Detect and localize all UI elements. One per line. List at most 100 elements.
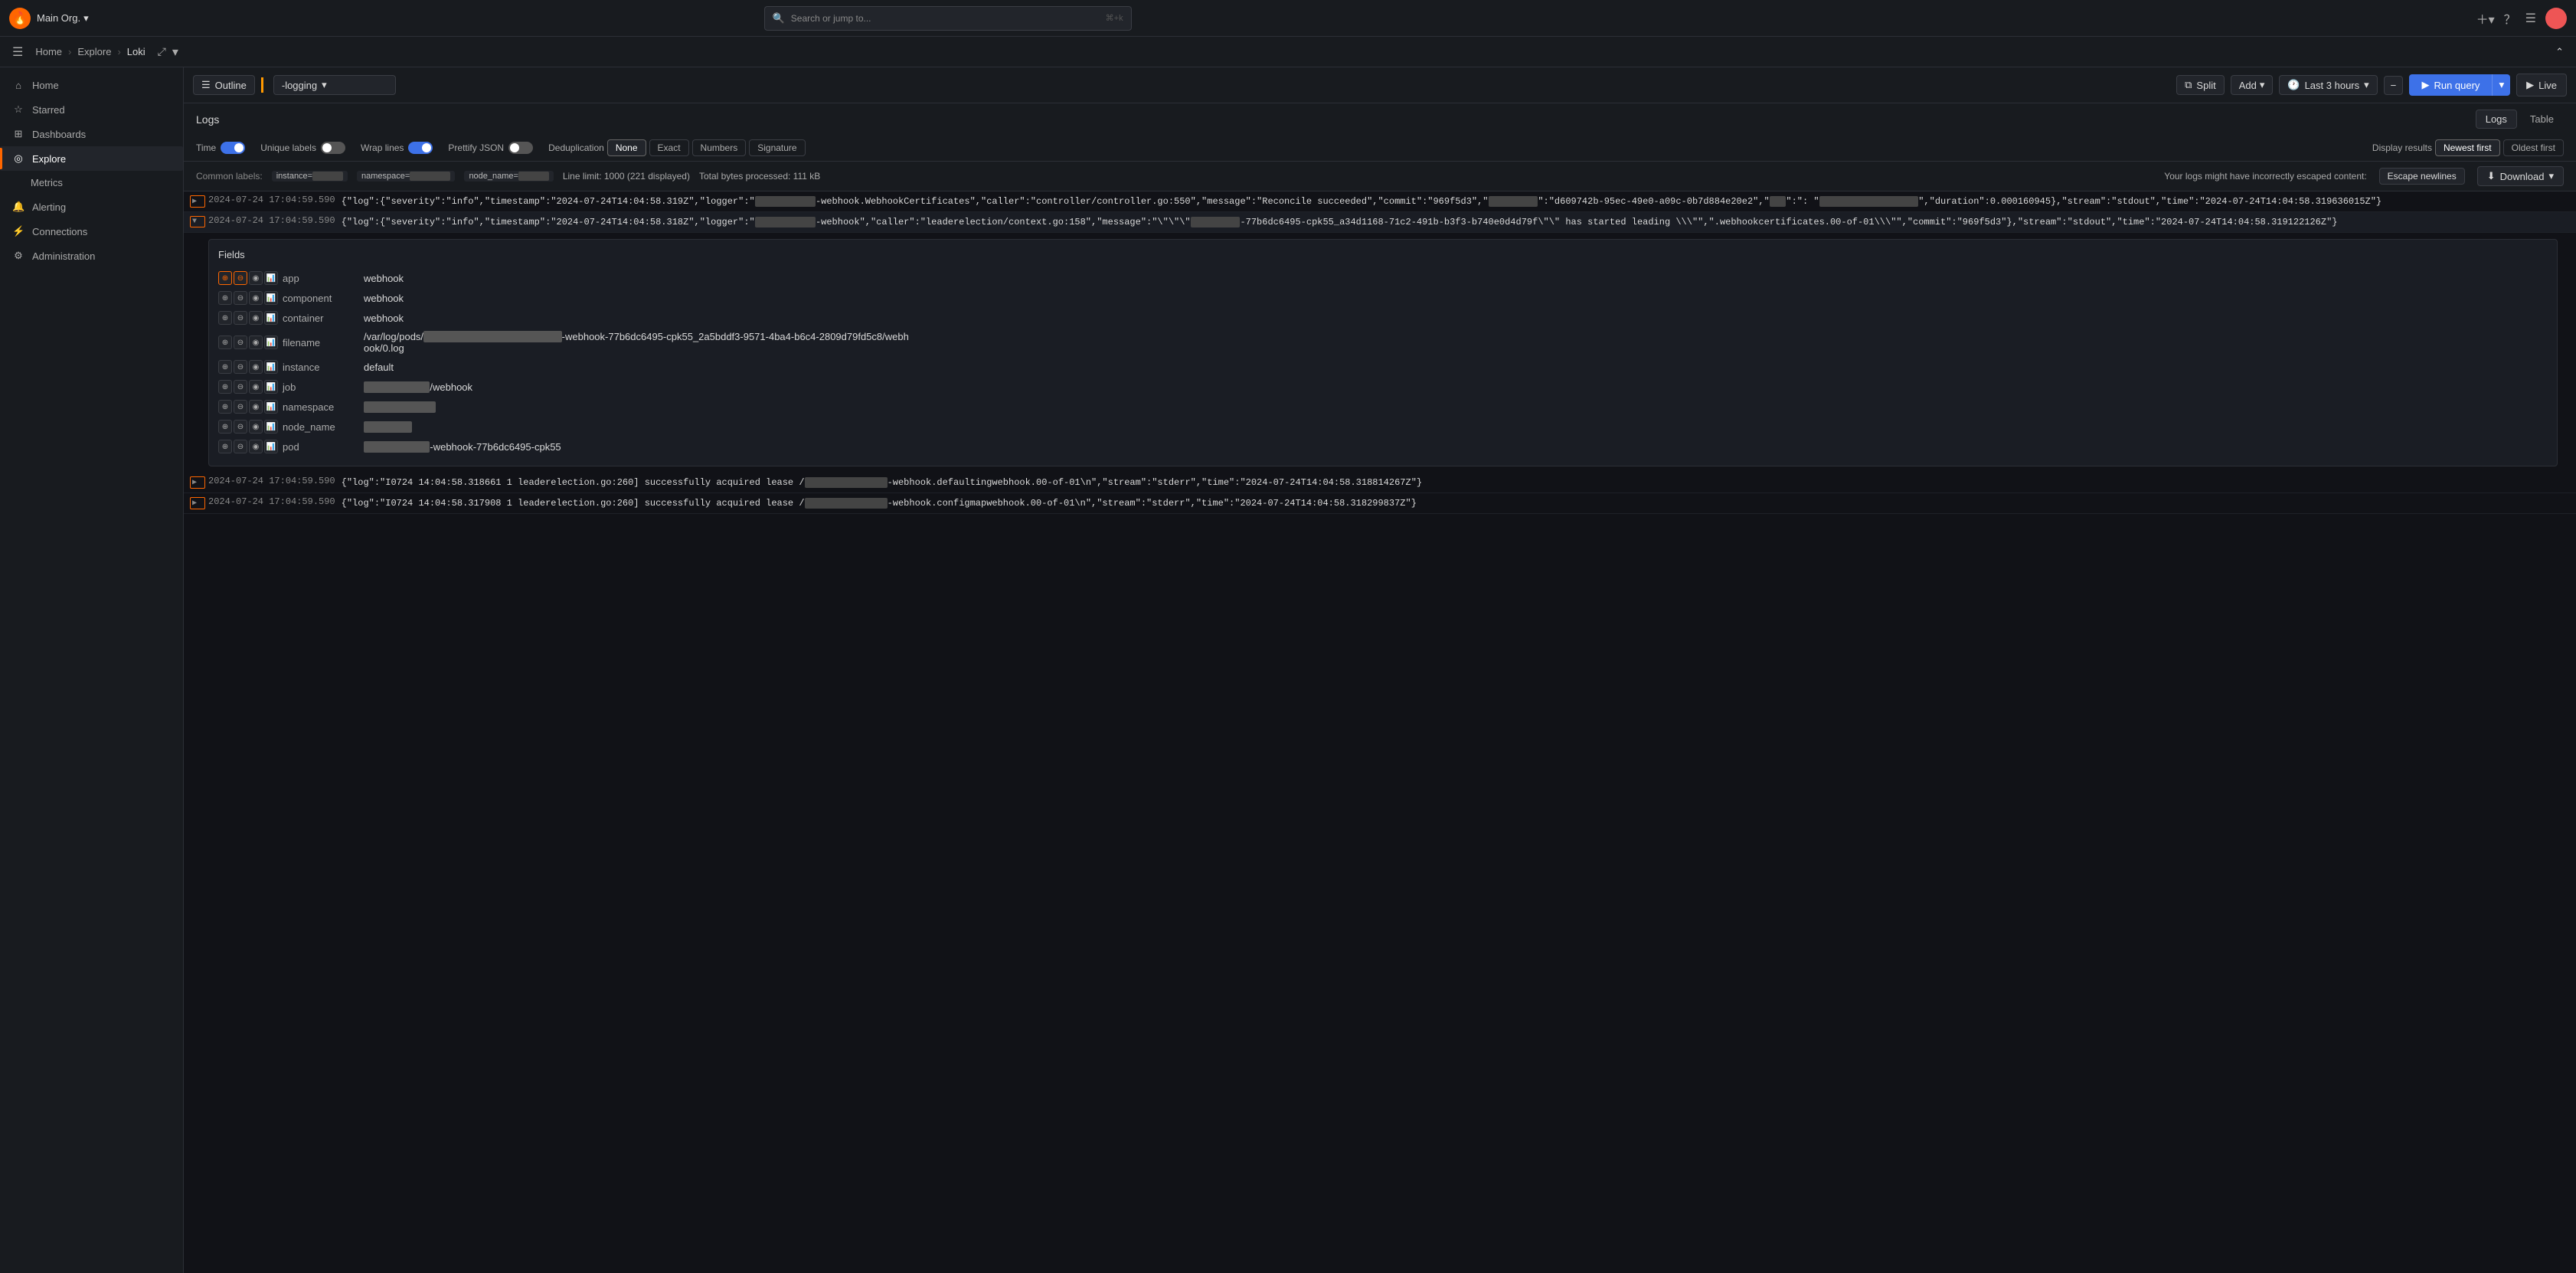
field-zoom-out-filename[interactable]: ⊖ [234, 335, 247, 349]
field-zoom-in-instance[interactable]: ⊕ [218, 360, 232, 374]
share-icon[interactable]: ⤢ [158, 45, 166, 58]
search-bar[interactable]: 🔍 Search or jump to... ⌘+k [764, 6, 1132, 31]
log-row[interactable]: ▶ 2024-07-24 17:04:59.590 {"log":{"sever… [184, 191, 2576, 212]
field-eye-node-name[interactable]: ◉ [249, 420, 263, 434]
breadcrumb-chevron[interactable]: ▾ [172, 44, 178, 60]
field-eye-component[interactable]: ◉ [249, 291, 263, 305]
run-query-button[interactable]: ▶ Run query [2409, 74, 2493, 96]
field-zoom-out-container[interactable]: ⊖ [234, 311, 247, 325]
field-zoom-out-component[interactable]: ⊖ [234, 291, 247, 305]
field-zoom-out-instance[interactable]: ⊖ [234, 360, 247, 374]
log-container[interactable]: ▶ 2024-07-24 17:04:59.590 {"log":{"sever… [184, 191, 2576, 1273]
split-icon: ⧉ [2185, 79, 2192, 91]
breadcrumb-home[interactable]: Home [35, 46, 62, 57]
field-chart-app[interactable]: 📊 [264, 271, 278, 285]
dedup-numbers[interactable]: Numbers [692, 139, 747, 156]
field-chart-job[interactable]: 📊 [264, 380, 278, 394]
tab-logs[interactable]: Logs [2476, 110, 2517, 129]
field-zoom-in-node-name[interactable]: ⊕ [218, 420, 232, 434]
split-button[interactable]: ⧉ Split [2176, 75, 2225, 95]
split-label: Split [2196, 80, 2215, 91]
datasource-selector[interactable]: -logging ▾ [273, 75, 396, 95]
log-row-expanded[interactable]: ▼ 2024-07-24 17:04:59.590 {"log":{"sever… [184, 212, 2576, 233]
log-expander-2[interactable]: ▼ [190, 216, 205, 227]
field-zoom-in-filename[interactable]: ⊕ [218, 335, 232, 349]
namespace-tag: namespace=■■■■■■■■ [357, 171, 455, 182]
dedup-exact[interactable]: Exact [649, 139, 689, 156]
field-eye-instance[interactable]: ◉ [249, 360, 263, 374]
run-query-caret[interactable]: ▾ [2493, 74, 2510, 96]
live-button[interactable]: ▶ Live [2516, 74, 2567, 97]
tab-table[interactable]: Table [2520, 110, 2564, 129]
breadcrumb-explore[interactable]: Explore [77, 46, 111, 57]
hamburger-menu[interactable]: ☰ [12, 44, 23, 60]
log-row-bottom-1[interactable]: ▶ 2024-07-24 17:04:59.590 {"log":"I0724 … [184, 473, 2576, 493]
field-zoom-in-app[interactable]: ⊕ [218, 271, 232, 285]
field-chart-container[interactable]: 📊 [264, 311, 278, 325]
field-chart-pod[interactable]: 📊 [264, 440, 278, 453]
wrap-lines-label: Wrap lines [361, 142, 404, 153]
field-eye-job[interactable]: ◉ [249, 380, 263, 394]
field-zoom-in-component[interactable]: ⊕ [218, 291, 232, 305]
log-row-bottom-2[interactable]: ▶ 2024-07-24 17:04:59.590 {"log":"I0724 … [184, 493, 2576, 514]
time-toggle[interactable] [221, 142, 245, 154]
newest-first-button[interactable]: Newest first [2435, 139, 2500, 156]
collapse-icon[interactable]: ⌃ [2555, 46, 2564, 58]
download-button[interactable]: ⬇ Download ▾ [2477, 166, 2564, 186]
field-zoom-out-pod[interactable]: ⊖ [234, 440, 247, 453]
add-button[interactable]: Add ▾ [2231, 75, 2274, 95]
log-expander-1[interactable]: ▶ [190, 195, 205, 208]
field-row-namespace: ⊕ ⊖ ◉ 📊 namespace ■■■■■■■■■■■■ [218, 397, 2548, 417]
field-chart-component[interactable]: 📊 [264, 291, 278, 305]
field-zoom-in-job[interactable]: ⊕ [218, 380, 232, 394]
field-zoom-in-container[interactable]: ⊕ [218, 311, 232, 325]
sidebar-item-starred[interactable]: ☆ Starred [0, 97, 183, 122]
field-eye-container[interactable]: ◉ [249, 311, 263, 325]
wrap-lines-toggle[interactable] [408, 142, 433, 154]
deduplication-group: Deduplication None Exact Numbers Signatu… [548, 139, 805, 156]
field-zoom-out-app[interactable]: ⊖ [234, 271, 247, 285]
rss-icon[interactable]: ☰ [2525, 11, 2536, 26]
field-zoom-out-node-name[interactable]: ⊖ [234, 420, 247, 434]
escape-newlines-button[interactable]: Escape newlines [2379, 168, 2465, 185]
outline-button[interactable]: ☰ Outline [193, 75, 255, 95]
zoom-button[interactable]: − [2384, 76, 2404, 95]
field-eye-app[interactable]: ◉ [249, 271, 263, 285]
unique-labels-toggle[interactable] [321, 142, 345, 154]
log-expander-b1[interactable]: ▶ [190, 476, 205, 489]
field-value-instance: default [364, 362, 394, 373]
field-zoom-out-namespace[interactable]: ⊖ [234, 400, 247, 414]
time-range-button[interactable]: 🕐 Last 3 hours ▾ [2279, 75, 2377, 95]
field-row-container: ⊕ ⊖ ◉ 📊 container webhook [218, 308, 2548, 328]
help-icon[interactable]: ？ [2504, 9, 2516, 28]
oldest-first-button[interactable]: Oldest first [2503, 139, 2564, 156]
grafana-logo[interactable]: 🔥 [9, 8, 31, 29]
field-chart-filename[interactable]: 📊 [264, 335, 278, 349]
sidebar-item-home[interactable]: ⌂ Home [0, 74, 183, 97]
field-chart-namespace[interactable]: 📊 [264, 400, 278, 414]
field-zoom-out-job[interactable]: ⊖ [234, 380, 247, 394]
field-zoom-in-namespace[interactable]: ⊕ [218, 400, 232, 414]
prettify-json-label: Prettify JSON [448, 142, 504, 153]
prettify-json-toggle[interactable] [508, 142, 533, 154]
sidebar-item-administration[interactable]: ⚙ Administration [0, 244, 183, 268]
breadcrumb-datasource[interactable]: Loki [127, 46, 145, 57]
field-chart-instance[interactable]: 📊 [264, 360, 278, 374]
sidebar-item-alerting[interactable]: 🔔 Alerting [0, 195, 183, 219]
org-selector[interactable]: Main Org. ▾ [37, 12, 89, 25]
dedup-none[interactable]: None [607, 139, 646, 156]
sidebar-item-explore[interactable]: ◎ Explore [0, 146, 183, 171]
field-eye-filename[interactable]: ◉ [249, 335, 263, 349]
dedup-signature[interactable]: Signature [749, 139, 805, 156]
run-query-group: ▶ Run query ▾ [2409, 74, 2510, 96]
field-eye-namespace[interactable]: ◉ [249, 400, 263, 414]
sidebar-item-connections[interactable]: ⚡ Connections [0, 219, 183, 244]
field-eye-pod[interactable]: ◉ [249, 440, 263, 453]
log-expander-b2[interactable]: ▶ [190, 497, 205, 509]
user-avatar[interactable] [2545, 8, 2567, 29]
field-chart-node-name[interactable]: 📊 [264, 420, 278, 434]
field-zoom-in-pod[interactable]: ⊕ [218, 440, 232, 453]
sidebar-item-dashboards[interactable]: ⊞ Dashboards [0, 122, 183, 146]
sidebar-item-metrics[interactable]: Metrics [0, 171, 183, 195]
plus-icon[interactable]: ＋▾ [2476, 9, 2495, 28]
